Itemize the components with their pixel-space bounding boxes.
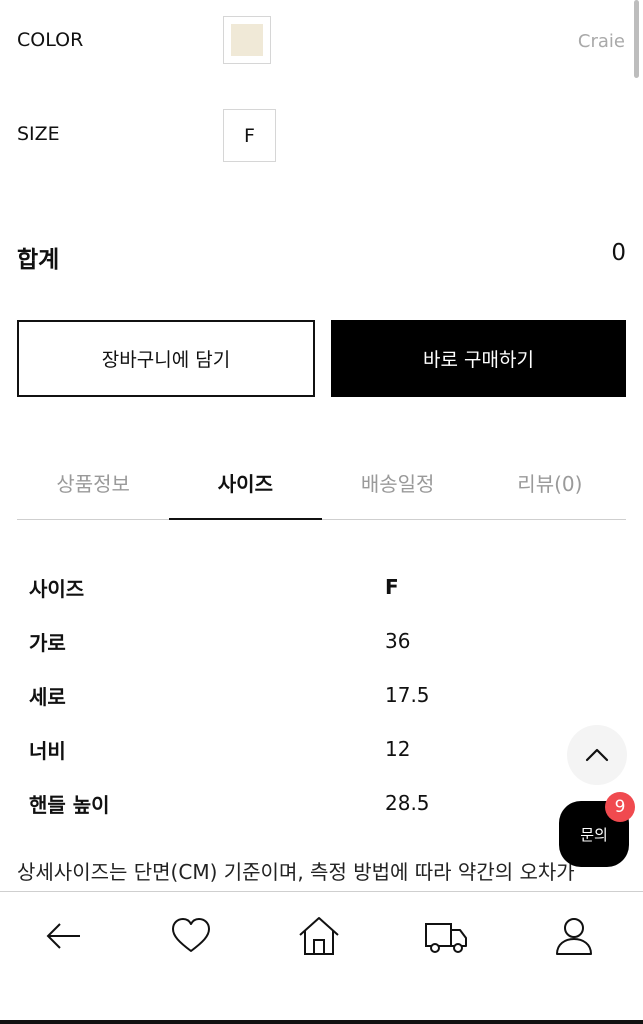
tab-label: 리뷰(0) (517, 472, 583, 496)
scrollbar[interactable] (634, 0, 639, 78)
add-to-cart-button[interactable]: 장바구니에 담기 (17, 320, 315, 397)
table-key: 너비 (29, 738, 66, 763)
color-swatch (231, 24, 263, 56)
table-key: 세로 (29, 684, 66, 709)
tab-reviews[interactable]: 리뷰(0) (474, 455, 626, 519)
table-row: 너비 12 (29, 722, 589, 776)
color-label: COLOR (17, 29, 84, 51)
add-to-cart-label: 장바구니에 담기 (101, 349, 231, 371)
tab-label: 사이즈 (217, 472, 273, 496)
total-label: 합계 (17, 247, 60, 273)
size-option-button[interactable]: F (223, 109, 276, 162)
table-key: 사이즈 (29, 576, 85, 601)
tab-shipping-schedule[interactable]: 배송일정 (322, 455, 474, 519)
tab-product-info[interactable]: 상품정보 (17, 455, 169, 519)
truck-icon[interactable] (424, 914, 468, 958)
total-value: 0 (611, 240, 626, 266)
buy-now-label: 바로 구매하기 (423, 349, 534, 371)
table-value: F (385, 575, 399, 599)
size-note: 상세사이즈는 단면(CM) 기준이며, 측정 방법에 따라 약간의 오차가 (17, 860, 575, 884)
table-value: 28.5 (385, 791, 430, 815)
home-indicator (0, 1020, 643, 1024)
size-label: SIZE (17, 123, 60, 145)
heart-icon[interactable] (169, 914, 213, 958)
color-swatch-button[interactable] (223, 16, 271, 64)
detail-tabs: 상품정보 사이즈 배송일정 리뷰(0) (17, 455, 626, 520)
table-value: 17.5 (385, 683, 430, 707)
back-arrow-icon[interactable] (42, 914, 86, 958)
chevron-up-icon (585, 748, 609, 762)
badge-count: 9 (614, 797, 626, 817)
tab-size[interactable]: 사이즈 (169, 455, 322, 520)
notification-badge: 9 (605, 792, 635, 822)
home-icon[interactable] (297, 914, 341, 958)
scroll-to-top-button[interactable] (567, 725, 627, 785)
bottom-nav (0, 891, 643, 1024)
table-row: 가로 36 (29, 614, 589, 668)
table-row: 사이즈 F (29, 560, 589, 614)
user-icon[interactable] (552, 914, 596, 958)
size-table: 사이즈 F 가로 36 세로 17.5 너비 12 핸들 높이 28.5 (29, 560, 589, 830)
table-key: 가로 (29, 630, 66, 655)
selected-color-name: Craie (577, 31, 625, 52)
tab-label: 상품정보 (56, 472, 130, 496)
inquiry-label: 문의 (580, 825, 608, 844)
table-value: 36 (385, 629, 411, 653)
table-row: 세로 17.5 (29, 668, 589, 722)
buy-now-button[interactable]: 바로 구매하기 (331, 320, 626, 397)
table-row: 핸들 높이 28.5 (29, 776, 589, 830)
size-option-label: F (244, 124, 255, 147)
table-value: 12 (385, 737, 411, 761)
tab-label: 배송일정 (360, 472, 435, 496)
table-key: 핸들 높이 (29, 792, 110, 817)
